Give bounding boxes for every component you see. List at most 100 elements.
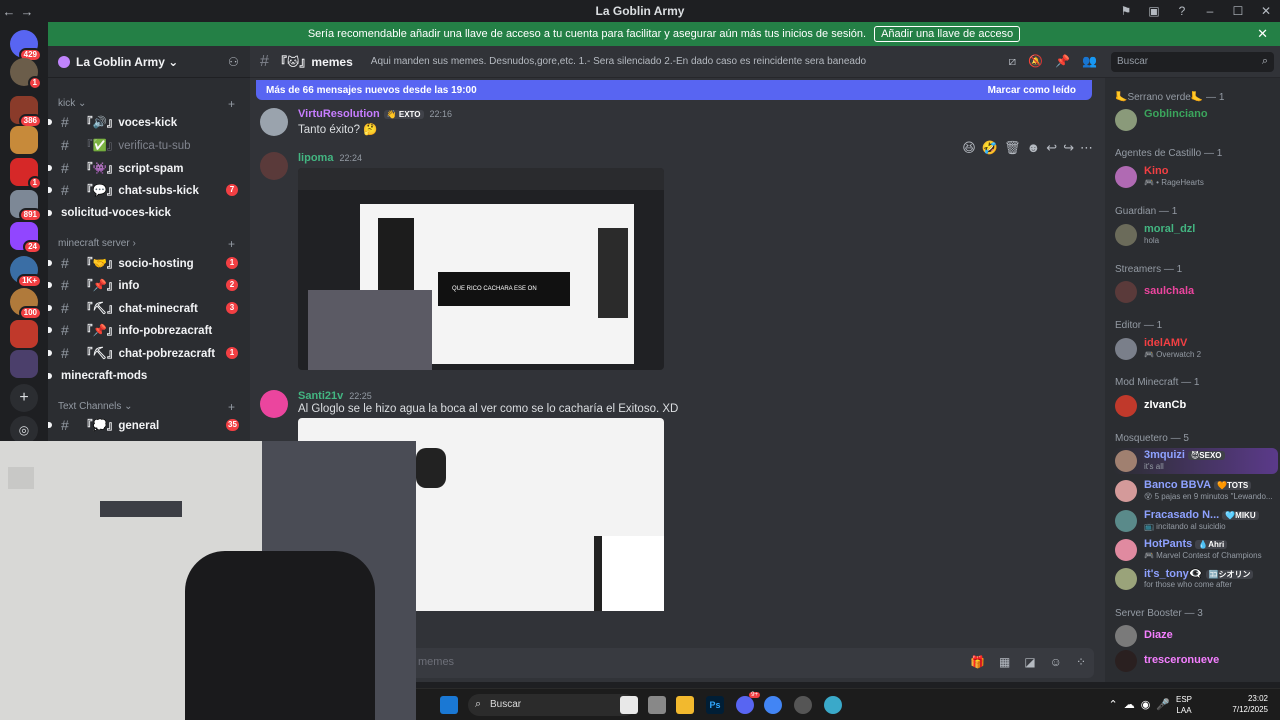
member-item[interactable]: Fracasado N... 🩵MIKU 📺 incitando al suicid…	[1113, 508, 1278, 534]
help-icon[interactable]: ?	[1168, 4, 1196, 18]
more-options-icon[interactable]: ⋯	[1080, 140, 1093, 156]
mark-as-read-button[interactable]: Marcar como leído	[988, 85, 1076, 96]
member-item[interactable]: Diaze	[1113, 623, 1278, 649]
reaction-rofl-icon[interactable]: 🤣	[982, 140, 998, 156]
member-item[interactable]: idelAMV 🎮 Overwatch 2	[1113, 336, 1278, 362]
message-author[interactable]: Santi21v 22:25	[298, 390, 372, 402]
member-item[interactable]: saulchala	[1113, 279, 1278, 305]
avatar[interactable]	[260, 390, 288, 418]
member-item[interactable]: Banco BBVA 🧡TOTS 😵 5 pajas en 9 minutos "L…	[1113, 478, 1278, 504]
image-figure	[416, 448, 446, 488]
taskbar-search[interactable]: ⌕ Buscar	[468, 694, 636, 716]
add-member-icon[interactable]: ⚇	[228, 55, 239, 69]
new-messages-bar[interactable]: Más de 66 mensajes nuevos desde las 19:0…	[256, 80, 1092, 100]
channel-verifica-tu-sub[interactable]: # 『✅』verifica-tu-sub	[48, 135, 250, 155]
member-item[interactable]: moral_dzl hola	[1113, 222, 1278, 248]
channel-chat-minecraft[interactable]: # 『⛏』chat-minecraft 3	[48, 298, 250, 318]
language-indicator[interactable]: ESP LAA	[1176, 694, 1192, 716]
member-item[interactable]: Goblinciano	[1113, 107, 1278, 133]
add-channel-icon[interactable]: +	[228, 97, 235, 111]
message-author[interactable]: VirtuResolution 👋 EXTO 22:16	[298, 108, 452, 120]
title-bar: ← → La Goblin Army ⚑ ▣ ? – ☐ ✕	[0, 0, 1280, 22]
reply-icon[interactable]: ↩	[1046, 140, 1057, 156]
task-view-icon[interactable]	[620, 696, 638, 714]
clock[interactable]: 23:02 7/12/2025	[1232, 693, 1268, 715]
chrome-icon[interactable]	[764, 696, 782, 714]
forward-icon[interactable]: ↪	[1063, 140, 1074, 156]
photoshop-icon[interactable]: Ps	[706, 696, 724, 714]
gift-icon[interactable]: 🎁	[970, 655, 985, 669]
channel-minecraft-mods[interactable]: minecraft-mods	[48, 366, 250, 386]
member-item[interactable]: Kino 🎮 • RageHearts	[1113, 164, 1278, 190]
screen-icon[interactable]: ▣	[1140, 4, 1168, 18]
pin-icon[interactable]: 📌	[1055, 54, 1070, 69]
direct-messages-button[interactable]: 429	[10, 30, 42, 62]
add-channel-icon[interactable]: +	[228, 237, 235, 251]
minimize-icon[interactable]: –	[1196, 4, 1224, 18]
message-image-attachment[interactable]: QUE RICO CACHARA ESE ON	[298, 168, 664, 370]
channel-socio-hosting[interactable]: # 『🤝』socio-hosting 1	[48, 253, 250, 273]
reaction-laugh-icon[interactable]: 😆	[962, 140, 976, 156]
server-icon[interactable]: 1K+	[10, 256, 42, 288]
channel-info[interactable]: # 『📌』info 2	[48, 275, 250, 295]
category-text-channels[interactable]: Text Channels ⌄ +	[58, 400, 235, 414]
discover-icon[interactable]: ◎	[10, 416, 38, 444]
apps-icon[interactable]: ⁘	[1076, 655, 1086, 669]
search-input[interactable]: Buscar	[1111, 52, 1274, 72]
windows-start-icon[interactable]	[440, 696, 458, 714]
channel-script-spam[interactable]: # 『👾』script-spam	[48, 158, 250, 178]
app-icon[interactable]	[824, 696, 842, 714]
server-icon[interactable]	[10, 320, 38, 348]
close-window-icon[interactable]: ✕	[1252, 4, 1280, 18]
channel-solicitud-voces-kick[interactable]: solicitud-voces-kick	[48, 203, 250, 223]
server-icon[interactable]: 386	[10, 96, 42, 128]
member-item[interactable]: it's_tony👁‍🗨 🈁シオリン for those who come afte…	[1113, 566, 1278, 592]
sticker-icon[interactable]: ◪	[1024, 655, 1035, 669]
discord-icon[interactable]: 9+	[736, 692, 760, 714]
server-icon[interactable]	[10, 350, 38, 378]
guild-header[interactable]: La Goblin Army ⌄ ⚇	[48, 46, 250, 78]
member-item[interactable]: HotPants 💧Ahri 🎮 Marvel Contest of Champio…	[1113, 537, 1278, 563]
member-item[interactable]: tresceronueve	[1113, 648, 1278, 674]
inbox-icon[interactable]: ⚑	[1112, 4, 1140, 18]
channel-voces-kick[interactable]: # 『🔊』voces-kick	[48, 112, 250, 132]
forward-arrow-icon[interactable]: →	[18, 4, 36, 19]
reaction-trash-icon[interactable]: 🗑	[1004, 140, 1021, 156]
add-channel-icon[interactable]: +	[228, 400, 235, 414]
channel-info-pobrezacraft[interactable]: # 『📌』info-pobrezacraft	[48, 320, 250, 340]
message-author[interactable]: lipoma 22:24	[298, 152, 362, 164]
unread-badge: 35	[226, 419, 239, 431]
back-arrow-icon[interactable]: ←	[0, 4, 18, 19]
app-icon[interactable]	[648, 696, 666, 714]
banner-close-icon[interactable]: ✕	[1257, 26, 1268, 42]
threads-icon[interactable]: ⧄	[1009, 54, 1017, 69]
channel-general[interactable]: # 『💭』general 35	[48, 415, 250, 435]
gif-icon[interactable]: ▦	[999, 655, 1010, 669]
channel-topic[interactable]: Aqui manden sus memes. Desnudos,gore,etc…	[371, 56, 866, 67]
category-kick[interactable]: kick ⌄ +	[58, 97, 235, 111]
member-item[interactable]: 3mquizi 😈SEXO it's all	[1113, 448, 1278, 474]
category-minecraft-server[interactable]: minecraft server › +	[58, 237, 235, 251]
member-item[interactable]: zIvanCb	[1113, 393, 1278, 419]
maximize-icon[interactable]: ☐	[1224, 4, 1252, 18]
add-passkey-button[interactable]: Añadir una llave de acceso	[874, 26, 1021, 42]
server-icon[interactable]: 1	[10, 58, 42, 90]
add-reaction-icon[interactable]: ☻	[1027, 140, 1041, 156]
avatar[interactable]	[260, 108, 288, 136]
system-tray-icons[interactable]: ⌃☁◉🎤	[1108, 698, 1176, 711]
server-icon[interactable]: 891	[10, 190, 42, 222]
server-icon[interactable]: 100	[10, 288, 42, 320]
file-explorer-icon[interactable]	[676, 696, 694, 714]
add-server-icon[interactable]: +	[10, 384, 38, 412]
channel-chat-pobrezacraft[interactable]: # 『⛏』chat-pobrezacraft 1	[48, 343, 250, 363]
mute-icon[interactable]: 🔕	[1028, 54, 1043, 69]
avatar[interactable]	[260, 152, 288, 180]
member-list-icon[interactable]: 👥	[1082, 54, 1097, 69]
server-icon[interactable]	[10, 126, 38, 154]
server-icon[interactable]: 1	[10, 158, 42, 190]
emoji-icon[interactable]: ☺	[1050, 655, 1062, 669]
server-icon[interactable]: 24	[10, 222, 42, 254]
hashtag-icon: #	[260, 52, 269, 70]
channel-chat-subs-kick[interactable]: # 『💬』chat-subs-kick 7	[48, 180, 250, 200]
app-icon[interactable]	[794, 696, 812, 714]
